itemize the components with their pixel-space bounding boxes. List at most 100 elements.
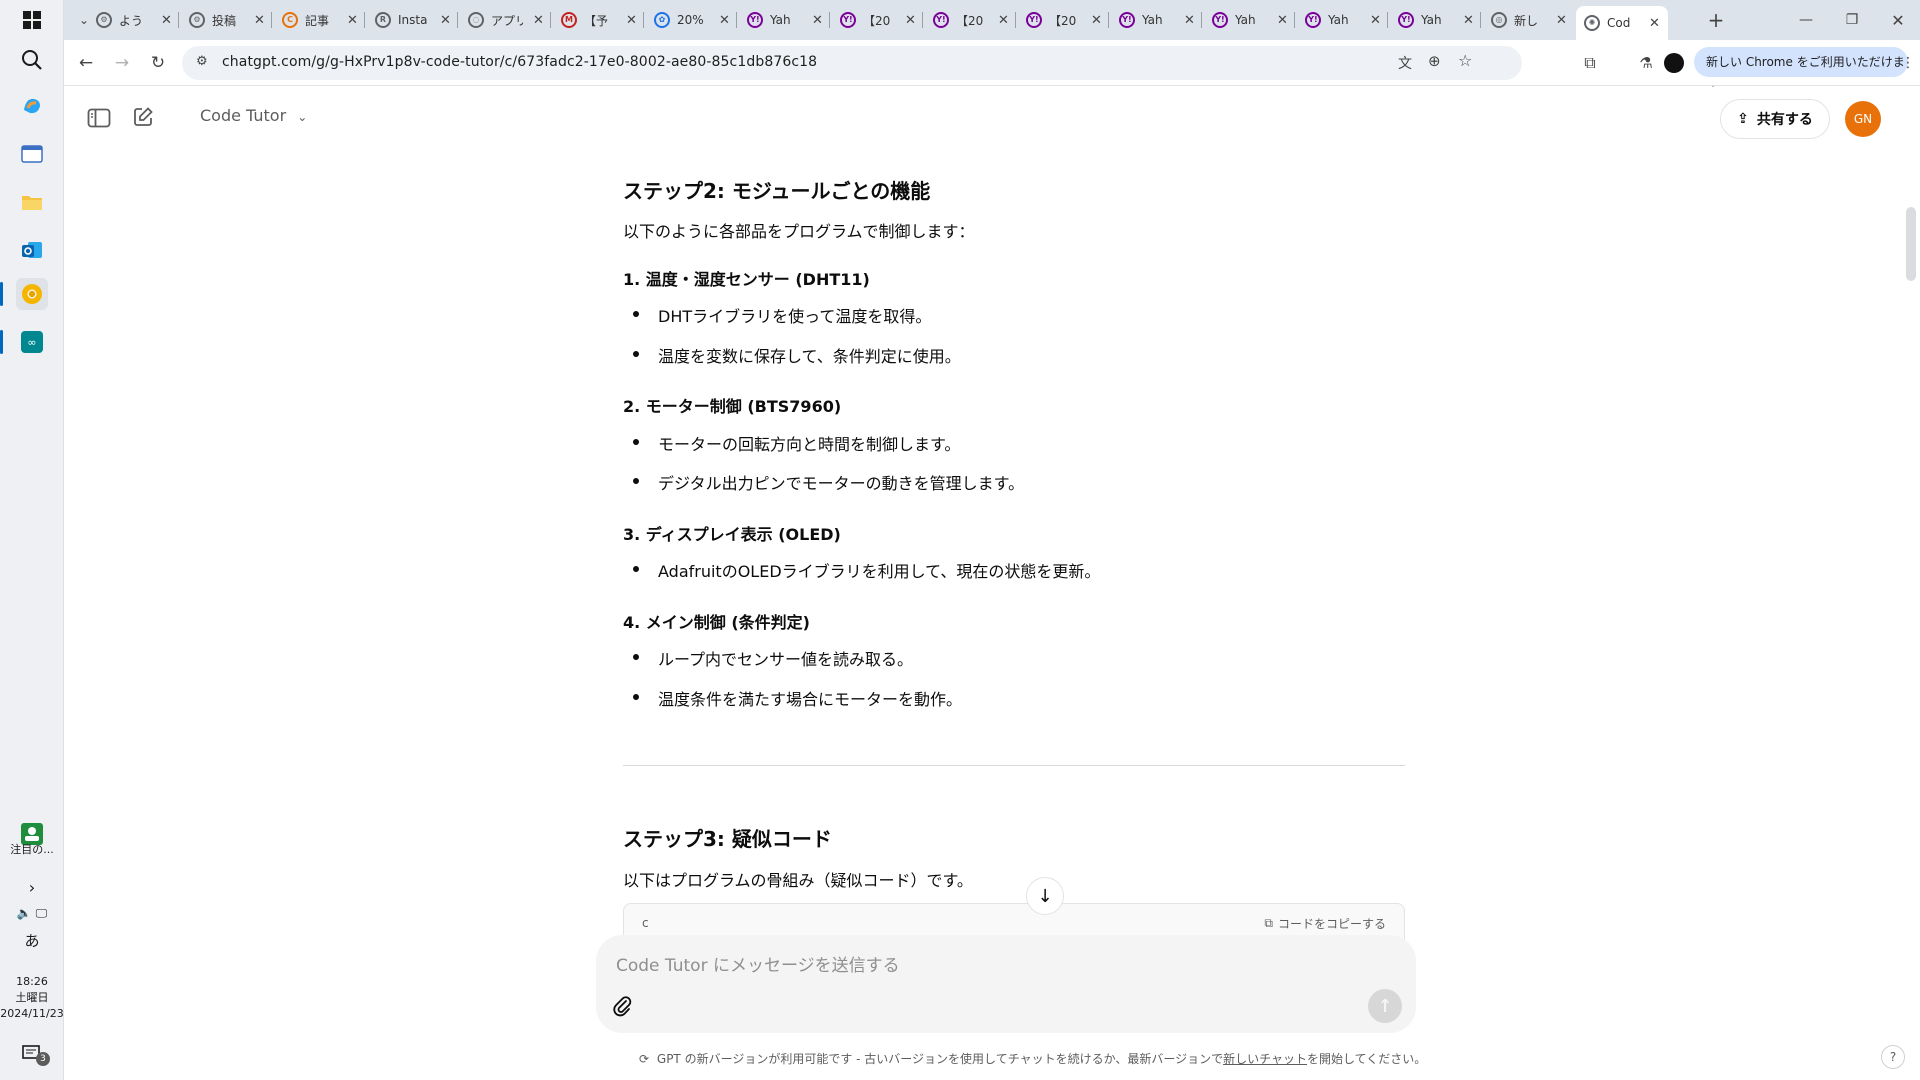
tab-close-icon[interactable]: ✕ <box>1649 16 1660 31</box>
message-input[interactable]: Code Tutor にメッセージを送信する <box>616 951 900 976</box>
clock-date[interactable]: 2024/11/23 <box>0 1006 64 1021</box>
forward-icon[interactable]: → <box>110 51 134 75</box>
address-bar[interactable]: ⚙ chatgpt.com/g/g-HxPrv1p8v-code-tutor/c… <box>182 46 1522 80</box>
tab-favicon-icon: Y! <box>933 12 949 28</box>
tab-label: 新し <box>1514 13 1539 28</box>
tab-favicon-icon: Y! <box>1398 12 1414 28</box>
clock-weekday[interactable]: 土曜日 <box>0 990 64 1005</box>
windows-start-icon[interactable] <box>16 4 48 36</box>
tab-close-icon[interactable]: ✕ <box>719 13 730 28</box>
browser-tab[interactable]: Y! 【20 ✕ <box>925 6 1017 34</box>
browser-tab[interactable]: ◎ 新し ✕ <box>1483 6 1575 34</box>
tab-close-icon[interactable]: ✕ <box>347 13 358 28</box>
tab-close-icon[interactable]: ✕ <box>905 13 916 28</box>
copilot-icon[interactable] <box>16 90 48 122</box>
tab-close-icon[interactable]: ✕ <box>1463 13 1474 28</box>
task-view-icon[interactable] <box>16 138 48 170</box>
close-window-button[interactable]: ✕ <box>1886 8 1910 32</box>
list-item: モーターの回転方向と時間を制御します。 <box>633 431 960 455</box>
browser-tab[interactable]: ◌ アプリ ✕ <box>460 6 552 34</box>
tab-close-icon[interactable]: ✕ <box>161 13 172 28</box>
tab-favicon-icon: Y! <box>1026 12 1042 28</box>
reload-icon[interactable]: ↻ <box>146 51 170 75</box>
notice-suffix: を開始してください。 <box>1306 1052 1427 1066</box>
minimize-button[interactable]: — <box>1794 8 1818 32</box>
share-button[interactable]: ⇪ 共有する <box>1720 99 1830 139</box>
arduino-icon[interactable]: ∞ <box>16 326 48 358</box>
browser-tab[interactable]: Y! 【20 ✕ <box>1018 6 1110 34</box>
tab-close-icon[interactable]: ✕ <box>1184 13 1195 28</box>
search-icon[interactable] <box>16 44 48 76</box>
user-avatar[interactable]: GN <box>1845 101 1881 137</box>
tab-close-icon[interactable]: ✕ <box>1277 13 1288 28</box>
show-hidden-icons-chevron-icon[interactable]: › <box>0 880 64 896</box>
tab-favicon-icon: ◎ <box>1491 12 1507 28</box>
chevron-down-icon: ⌄ <box>297 110 308 124</box>
chrome-menu-icon[interactable]: ⋮ <box>1896 51 1920 75</box>
tab-close-icon[interactable]: ✕ <box>1370 13 1381 28</box>
browser-tab[interactable]: Y! Yah ✕ <box>739 6 831 34</box>
browser-tab[interactable]: ✺ Cod ✕ <box>1576 6 1668 40</box>
tab-favicon-icon: Y! <box>840 12 856 28</box>
gpt-model-selector[interactable]: Code Tutor ⌄ <box>200 106 307 125</box>
chrome-update-banner[interactable]: 新しい Chrome をご利用いただけます <box>1694 47 1908 99</box>
tab-favicon-icon: C <box>282 12 298 28</box>
tab-separator <box>922 12 923 28</box>
browser-tab[interactable]: ⚙ 投稿 ✕ <box>181 6 273 34</box>
browser-tab[interactable]: Y! Yah ✕ <box>1111 6 1203 34</box>
ime-indicator[interactable]: あ <box>0 934 64 949</box>
new-chat-link[interactable]: 新しいチャット <box>1223 1052 1307 1066</box>
tab-close-icon[interactable]: ✕ <box>533 13 544 28</box>
scroll-to-bottom-button[interactable]: ↓ <box>1026 877 1064 915</box>
tab-label: よう <box>119 13 144 28</box>
profile-avatar-icon[interactable] <box>1662 51 1686 75</box>
send-button[interactable]: ↑ <box>1368 989 1402 1023</box>
new-chat-edit-icon[interactable] <box>130 104 156 130</box>
message-composer[interactable]: Code Tutor にメッセージを送信する ↑ <box>596 935 1416 1033</box>
browser-tab[interactable]: R Insta ✕ <box>367 6 459 34</box>
browser-tab[interactable]: M 【予 ✕ <box>553 6 645 34</box>
labs-flask-icon[interactable]: ⚗ <box>1634 51 1658 75</box>
tab-close-icon[interactable]: ✕ <box>254 13 265 28</box>
tab-label: Yah <box>1328 13 1349 27</box>
copy-code-button[interactable]: ⧉ コードをコピーする <box>1264 915 1386 932</box>
browser-tab[interactable]: Y! 【20 ✕ <box>832 6 924 34</box>
bookmark-star-icon[interactable]: ☆ <box>1458 51 1472 70</box>
url-text[interactable]: chatgpt.com/g/g-HxPrv1p8v-code-tutor/c/6… <box>222 54 817 70</box>
restore-button[interactable]: ❐ <box>1840 8 1864 32</box>
tab-close-icon[interactable]: ✕ <box>626 13 637 28</box>
tab-close-icon[interactable]: ✕ <box>440 13 451 28</box>
browser-tab[interactable]: C 記事 ✕ <box>274 6 366 34</box>
clock-time[interactable]: 18:26 <box>0 974 64 989</box>
notification-icon[interactable]: 3 <box>16 1038 50 1070</box>
site-info-icon[interactable]: ⚙ <box>196 54 208 69</box>
file-explorer-icon[interactable] <box>16 186 48 218</box>
tab-favicon-icon: Y! <box>1305 12 1321 28</box>
browser-tab[interactable]: Y! Yah ✕ <box>1204 6 1296 34</box>
help-button[interactable]: ? <box>1881 1045 1905 1069</box>
tab-close-icon[interactable]: ✕ <box>812 13 823 28</box>
back-icon[interactable]: ← <box>74 51 98 75</box>
sidebar-toggle-icon[interactable] <box>86 105 112 131</box>
page-scrollbar[interactable] <box>1906 207 1916 281</box>
chrome-canary-icon[interactable] <box>16 278 48 310</box>
volume-network-icons[interactable]: 🔈 🖵 <box>0 906 64 921</box>
tab-close-icon[interactable]: ✕ <box>1556 13 1567 28</box>
tab-label: 投稿 <box>212 13 237 28</box>
browser-tab[interactable]: Y! Yah ✕ <box>1297 6 1389 34</box>
browser-tab[interactable]: ✿ 20% ✕ <box>646 6 738 34</box>
zoom-icon[interactable]: ⊕ <box>1428 52 1441 70</box>
list-item: 温度を変数に保存して、条件判定に使用。 <box>633 343 961 367</box>
tab-separator <box>178 12 179 28</box>
outlook-icon[interactable] <box>16 234 48 266</box>
extensions-icon[interactable]: ⧉ <box>1578 51 1602 75</box>
notification-count: 3 <box>36 1052 50 1066</box>
tab-favicon-icon: ⚙ <box>96 12 112 28</box>
new-tab-button[interactable]: + <box>1704 8 1728 32</box>
browser-tab[interactable]: Y! Yah ✕ <box>1390 6 1482 34</box>
tab-close-icon[interactable]: ✕ <box>1091 13 1102 28</box>
tab-close-icon[interactable]: ✕ <box>998 13 1009 28</box>
translate-icon[interactable]: 文 <box>1398 53 1412 73</box>
browser-tab[interactable]: ⚙ よう ✕ <box>88 6 180 34</box>
attach-paperclip-icon[interactable] <box>612 995 636 1019</box>
